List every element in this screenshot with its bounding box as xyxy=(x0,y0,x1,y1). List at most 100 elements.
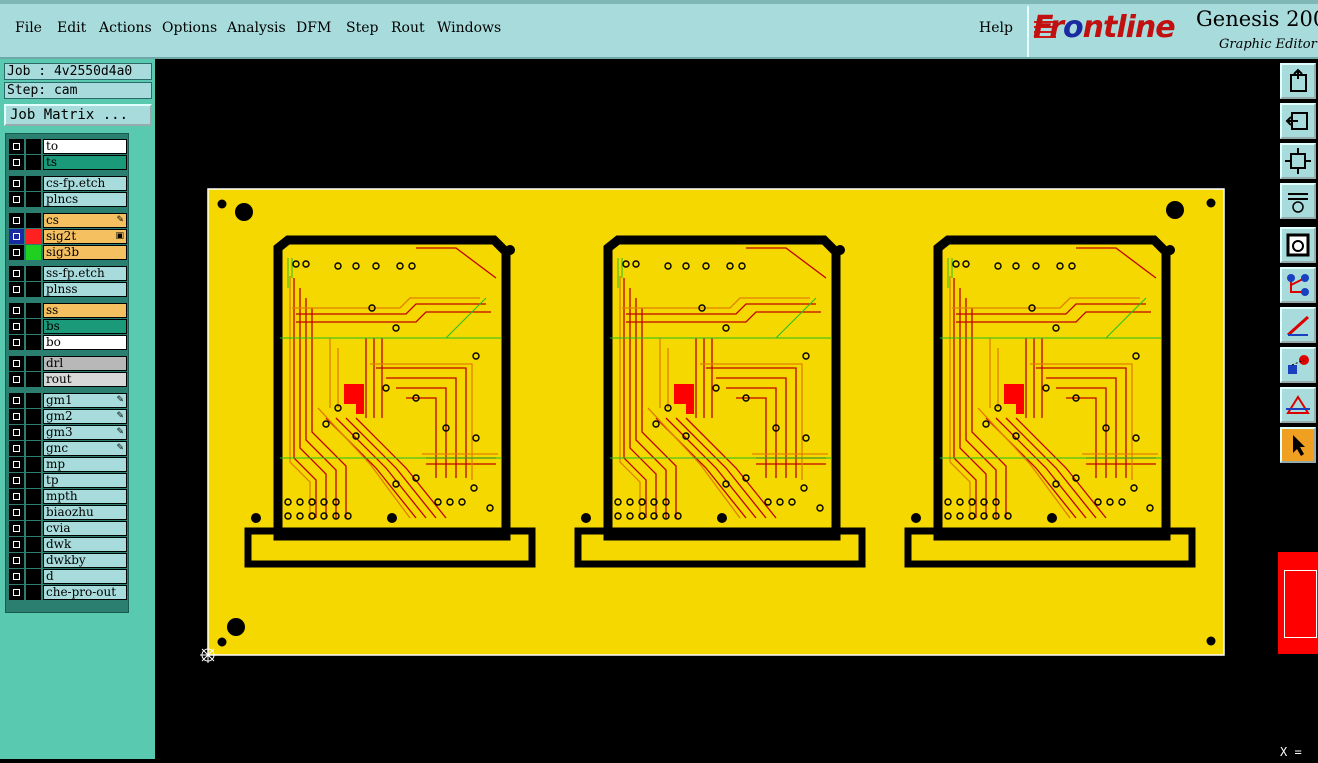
menu-analysis[interactable]: Analysis xyxy=(227,20,286,36)
layer-color-swatch[interactable] xyxy=(26,569,41,584)
layer-row-biaozhu[interactable]: biaozhu xyxy=(8,505,127,520)
layer-color-swatch[interactable] xyxy=(26,155,41,170)
layer-color-swatch[interactable] xyxy=(26,245,41,260)
layer-checkbox[interactable] xyxy=(9,569,24,584)
layer-color-swatch[interactable] xyxy=(26,489,41,504)
pad-tool-button[interactable] xyxy=(1280,347,1316,383)
layer-row-cvia[interactable]: cvia xyxy=(8,521,127,536)
layer-name[interactable]: ts xyxy=(43,155,127,170)
graphic-canvas[interactable] xyxy=(155,59,1278,759)
layer-row-gm1[interactable]: gm1 ✎ xyxy=(8,393,127,408)
zoom-fit-button[interactable] xyxy=(1280,143,1316,179)
net-button[interactable] xyxy=(1280,267,1316,303)
overview-minimap[interactable] xyxy=(1278,552,1318,654)
layer-color-swatch[interactable] xyxy=(26,537,41,552)
layer-row-tp[interactable]: tp xyxy=(8,473,127,488)
layer-name[interactable]: gm3 ✎ xyxy=(43,425,127,440)
layer-checkbox[interactable] xyxy=(9,155,24,170)
layer-name[interactable]: plncs xyxy=(43,192,127,207)
layer-row-cs[interactable]: cs ✎ xyxy=(8,213,127,228)
layer-checkbox[interactable] xyxy=(9,282,24,297)
layer-name[interactable]: sig3b xyxy=(43,245,127,260)
menu-dfm[interactable]: DFM xyxy=(296,20,331,36)
layer-checkbox[interactable] xyxy=(9,585,24,600)
layer-checkbox[interactable] xyxy=(9,537,24,552)
layer-checkbox[interactable] xyxy=(9,505,24,520)
layer-checkbox[interactable] xyxy=(9,139,24,154)
zoom-back-button[interactable] xyxy=(1280,103,1316,139)
layer-name[interactable]: sig2t ▣ xyxy=(43,229,127,244)
layer-row-ss-fp.etch[interactable]: ss-fp.etch xyxy=(8,266,127,281)
layer-color-swatch[interactable] xyxy=(26,505,41,520)
layer-checkbox[interactable] xyxy=(9,303,24,318)
layer-name[interactable]: drl xyxy=(43,356,127,371)
layer-checkbox[interactable] xyxy=(9,356,24,371)
layer-name[interactable]: mpth xyxy=(43,489,127,504)
layer-row-to[interactable]: to xyxy=(8,139,127,154)
layer-color-swatch[interactable] xyxy=(26,473,41,488)
line-tool-button[interactable] xyxy=(1280,307,1316,343)
menu-actions[interactable]: Actions xyxy=(99,20,152,36)
menu-file[interactable]: File xyxy=(15,20,42,36)
layer-checkbox[interactable] xyxy=(9,409,24,424)
layer-row-cs-fp.etch[interactable]: cs-fp.etch xyxy=(8,176,127,191)
layer-checkbox[interactable] xyxy=(9,393,24,408)
layer-name[interactable]: che-pro-out xyxy=(43,585,127,600)
layer-checkbox[interactable] xyxy=(9,213,24,228)
layer-color-swatch[interactable] xyxy=(26,266,41,281)
layer-name[interactable]: gm1 ✎ xyxy=(43,393,127,408)
layer-row-sig3b[interactable]: sig3b xyxy=(8,245,127,260)
layer-row-mpth[interactable]: mpth xyxy=(8,489,127,504)
layer-checkbox[interactable] xyxy=(9,441,24,456)
layer-checkbox[interactable] xyxy=(9,176,24,191)
layer-checkbox[interactable] xyxy=(9,425,24,440)
layer-checkbox[interactable] xyxy=(9,489,24,504)
layer-checkbox[interactable] xyxy=(9,192,24,207)
layer-name[interactable]: cs ✎ xyxy=(43,213,127,228)
layer-color-swatch[interactable] xyxy=(26,319,41,334)
layer-row-d[interactable]: d xyxy=(8,569,127,584)
layer-checkbox[interactable] xyxy=(9,245,24,260)
layer-color-swatch[interactable] xyxy=(26,585,41,600)
layer-row-bo[interactable]: bo xyxy=(8,335,127,350)
layer-row-plnss[interactable]: plnss xyxy=(8,282,127,297)
layer-row-ss[interactable]: ss xyxy=(8,303,127,318)
layer-name[interactable]: gm2 ✎ xyxy=(43,409,127,424)
layer-checkbox[interactable] xyxy=(9,319,24,334)
layer-checkbox[interactable] xyxy=(9,229,24,244)
layer-color-swatch[interactable] xyxy=(26,303,41,318)
layer-color-swatch[interactable] xyxy=(26,425,41,440)
layer-row-dwk[interactable]: dwk xyxy=(8,537,127,552)
menu-windows[interactable]: Windows xyxy=(437,20,501,36)
layer-checkbox[interactable] xyxy=(9,473,24,488)
layer-color-swatch[interactable] xyxy=(26,335,41,350)
layer-checkbox[interactable] xyxy=(9,372,24,387)
layer-row-gnc[interactable]: gnc ✎ xyxy=(8,441,127,456)
layer-name[interactable]: dwkby xyxy=(43,553,127,568)
drc-button[interactable] xyxy=(1280,387,1316,423)
layer-name[interactable]: bs xyxy=(43,319,127,334)
layer-row-dwkby[interactable]: dwkby xyxy=(8,553,127,568)
layer-row-plncs[interactable]: plncs xyxy=(8,192,127,207)
layer-color-swatch[interactable] xyxy=(26,553,41,568)
layer-name[interactable]: cs-fp.etch xyxy=(43,176,127,191)
layer-color-swatch[interactable] xyxy=(26,457,41,472)
layer-name[interactable]: rout xyxy=(43,372,127,387)
layer-color-swatch[interactable] xyxy=(26,356,41,371)
layer-color-swatch[interactable] xyxy=(26,176,41,191)
menu-help[interactable]: Help xyxy=(979,20,1013,36)
layer-row-drl[interactable]: drl xyxy=(8,356,127,371)
layer-color-swatch[interactable] xyxy=(26,521,41,536)
layer-name[interactable]: ss xyxy=(43,303,127,318)
layer-row-che-pro-out[interactable]: che-pro-out xyxy=(8,585,127,600)
layer-color-swatch[interactable] xyxy=(26,409,41,424)
layer-color-swatch[interactable] xyxy=(26,393,41,408)
layer-name[interactable]: bo xyxy=(43,335,127,350)
layer-name[interactable]: biaozhu xyxy=(43,505,127,520)
layer-color-swatch[interactable] xyxy=(26,372,41,387)
minimap-viewport[interactable] xyxy=(1284,570,1317,638)
layer-name[interactable]: ss-fp.etch xyxy=(43,266,127,281)
job-matrix-button[interactable]: Job Matrix ... xyxy=(4,104,152,126)
layer-color-swatch[interactable] xyxy=(26,282,41,297)
layer-color-swatch[interactable] xyxy=(26,441,41,456)
